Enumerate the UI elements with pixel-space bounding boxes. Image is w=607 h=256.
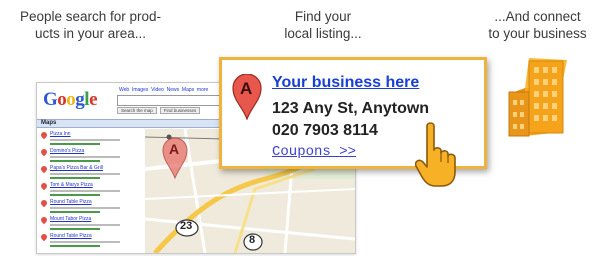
mini-search-input <box>117 95 229 106</box>
google-logo: Google <box>43 89 97 110</box>
list-item: Pizza Inn <box>39 130 141 148</box>
list-item: Round Table Pizza <box>39 232 141 250</box>
mini-search-buttons: Search the map Find businesses <box>117 107 203 114</box>
map-marker-icon <box>39 198 49 208</box>
map-marker-icon <box>39 164 49 174</box>
map-marker-icon: A <box>162 137 188 184</box>
map-marker-icon: A <box>232 73 262 125</box>
list-item: Domino's Pizza <box>39 147 141 165</box>
list-item: Papa's Pizza Bar & Grill <box>39 164 141 182</box>
hand-pointer-icon <box>414 122 457 193</box>
map-marker-icon <box>39 181 49 191</box>
building-icon <box>503 58 573 143</box>
business-phone: 020 7903 8114 <box>272 122 378 139</box>
map-marker-icon <box>39 147 49 157</box>
map-marker-icon <box>39 215 49 225</box>
list-item: Round Table Pizza <box>39 198 141 216</box>
route-shield-8: 8 <box>243 233 263 253</box>
list-item: Mount Tabor Pizza <box>39 215 141 233</box>
caption-search: People search for prod- ucts in your are… <box>19 9 162 41</box>
search-map-button: Search the map <box>117 107 157 114</box>
map-marker-icon <box>39 232 49 242</box>
route-shield-23: 23 <box>175 219 199 242</box>
coupons-link[interactable]: Coupons >> <box>272 144 356 160</box>
list-item: Tom & Marys Pizza <box>39 181 141 199</box>
top-links: Web Images Video News Maps more <box>119 87 209 93</box>
caption-find-listing: Find your local listing... <box>284 9 362 41</box>
business-name-link[interactable]: Your business here <box>272 74 419 92</box>
business-address: 123 Any St, Anytown <box>272 100 430 117</box>
result-list: Pizza Inn Domino's Pizza Papa's Pizza Ba… <box>39 130 141 250</box>
find-businesses-button: Find businesses <box>159 107 201 114</box>
caption-connect: ...And connect to your business <box>488 9 587 41</box>
map-marker-icon <box>39 130 49 140</box>
